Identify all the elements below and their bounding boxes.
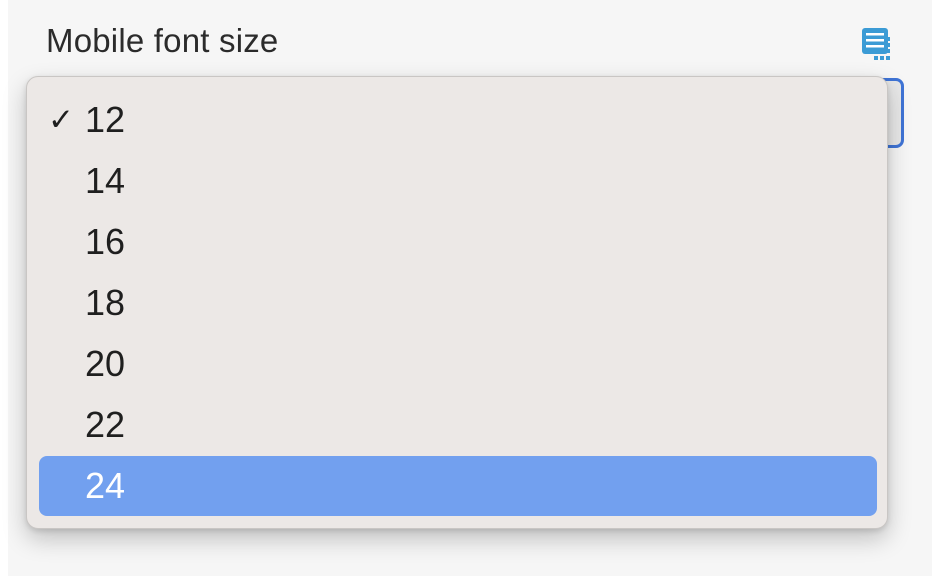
font-size-option-16[interactable]: 16	[39, 212, 877, 272]
table-edit-icon[interactable]	[858, 24, 898, 64]
mobile-font-size-label: Mobile font size	[46, 22, 279, 59]
option-label: 16	[85, 221, 126, 262]
option-label: 24	[85, 465, 126, 506]
font-size-option-22[interactable]: 22	[39, 395, 877, 455]
font-size-option-20[interactable]: 20	[39, 334, 877, 394]
checkmark-icon: ✓	[48, 102, 74, 137]
option-label: 12	[85, 99, 126, 140]
option-label: 22	[85, 404, 126, 445]
font-size-option-12[interactable]: ✓ 12	[39, 90, 877, 150]
option-label: 18	[85, 282, 126, 323]
font-size-option-24[interactable]: 24	[39, 456, 877, 516]
font-size-option-14[interactable]: 14	[39, 151, 877, 211]
option-label: 20	[85, 343, 126, 384]
option-label: 14	[85, 160, 126, 201]
font-size-dropdown: ✓ 12 14 16 18 20 22 24	[26, 76, 888, 529]
font-size-option-18[interactable]: 18	[39, 273, 877, 333]
